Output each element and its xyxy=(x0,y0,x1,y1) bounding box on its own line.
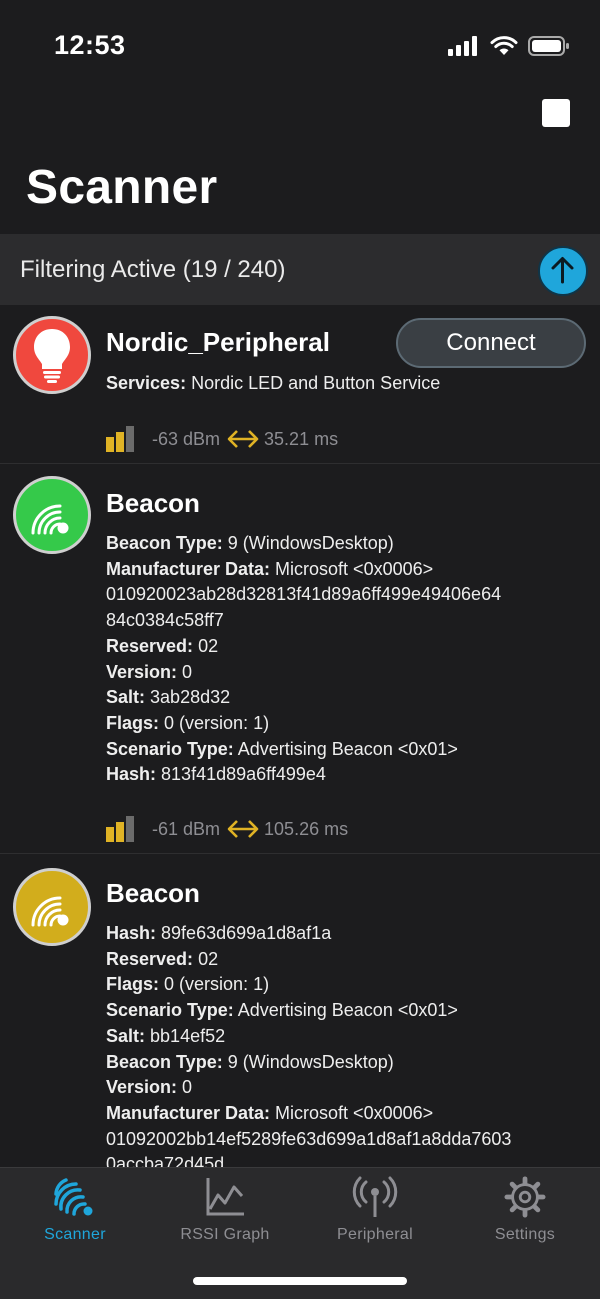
status-bar: 12:53 xyxy=(0,0,600,95)
graph-icon xyxy=(206,1178,244,1216)
arrow-up-icon xyxy=(551,257,574,284)
lightbulb-icon xyxy=(34,329,70,383)
cellular-signal-icon xyxy=(448,36,477,56)
tab-label: RSSI Graph xyxy=(180,1226,270,1243)
scroll-to-top-button[interactable] xyxy=(538,246,588,296)
detail-line: Reserved: 02 xyxy=(106,948,219,969)
detail-line: Hash: 813f41d89a6ff499e4 xyxy=(106,764,326,785)
device-icon xyxy=(13,316,91,394)
filter-bar[interactable]: Filtering Active (19 / 240) xyxy=(0,234,600,305)
detail-line: Beacon Type: 9 (WindowsDesktop) xyxy=(106,1051,394,1072)
tab-scanner[interactable]: Scanner xyxy=(0,1176,150,1244)
beacon-icon xyxy=(31,896,69,927)
stop-scan-button[interactable] xyxy=(542,99,570,127)
device-icon xyxy=(13,868,91,946)
beacon-icon xyxy=(31,504,69,535)
status-time: 12:53 xyxy=(54,30,126,60)
interval-value: 105.26 ms xyxy=(264,818,349,839)
antenna-icon xyxy=(352,1176,398,1217)
detail-line: Manufacturer Data: Microsoft <0x0006> xyxy=(106,1102,434,1123)
tab-rssi-graph[interactable]: RSSI Graph xyxy=(150,1176,300,1244)
home-indicator xyxy=(193,1277,407,1285)
detail-line: Scenario Type: Advertising Beacon <0x01> xyxy=(106,1000,458,1021)
device-details: Beacon Type: 9 (WindowsDesktop) Manufact… xyxy=(106,531,586,788)
device-row[interactable]: Beacon Hash: 89fe63d699a1d8af1a Reserved… xyxy=(0,854,600,1167)
interval-arrows-icon xyxy=(227,430,259,448)
signal-strength-icon xyxy=(106,426,134,452)
battery-icon xyxy=(528,36,569,56)
detail-line: Salt: 3ab28d32 xyxy=(106,687,231,708)
scanner-icon xyxy=(54,1178,93,1216)
detail-line: Flags: 0 (version: 1) xyxy=(106,712,270,733)
device-details: Services: Nordic LED and Button Service xyxy=(106,371,586,397)
tab-label: Scanner xyxy=(44,1226,106,1243)
rssi-value: -63 dBm xyxy=(152,428,221,449)
detail-line: Salt: bb14ef52 xyxy=(106,1025,226,1046)
signal-strength-icon xyxy=(106,816,134,842)
tab-label: Peripheral xyxy=(337,1226,413,1243)
signal-row: -61 dBm 105.26 ms xyxy=(106,816,348,842)
detail-line: Version: 0 xyxy=(106,1077,193,1098)
detail-line: 84c0384c58ff7 xyxy=(106,610,224,631)
status-icons xyxy=(448,36,570,56)
tab-label: Settings xyxy=(494,1226,556,1243)
detail-line: 0accba72d45d xyxy=(106,1154,225,1167)
detail-line: Manufacturer Data: Microsoft <0x0006> xyxy=(106,558,434,579)
detail-line: Services: Nordic LED and Button Service xyxy=(106,373,441,393)
device-row[interactable]: Beacon Beacon Type: 9 (WindowsDesktop) M… xyxy=(0,464,600,854)
detail-line: Scenario Type: Advertising Beacon <0x01> xyxy=(106,738,458,759)
device-name: Beacon xyxy=(106,878,200,908)
interval-arrows-icon xyxy=(227,820,259,838)
device-details: Hash: 89fe63d699a1d8af1a Reserved: 02 Fl… xyxy=(106,921,586,1167)
gear-icon xyxy=(504,1176,546,1218)
detail-line: Reserved: 02 xyxy=(106,635,219,656)
device-row[interactable]: Nordic_Peripheral Connect Services: Nord… xyxy=(0,305,600,464)
signal-row: -63 dBm 35.21 ms xyxy=(106,426,338,452)
detail-line: 010920023ab28d32813f41d89a6ff499e49406e6… xyxy=(106,584,502,605)
interval-value: 35.21 ms xyxy=(264,428,339,449)
rssi-value: -61 dBm xyxy=(152,818,221,839)
filter-status-text: Filtering Active (19 / 240) xyxy=(20,256,286,283)
device-name: Beacon xyxy=(106,488,200,518)
device-name: Nordic_Peripheral xyxy=(106,327,330,357)
detail-line: Version: 0 xyxy=(106,661,193,682)
detail-line: Hash: 89fe63d699a1d8af1a xyxy=(106,923,332,943)
detail-line: 01092002bb14ef5289fe63d699a1d8af1a8dda76… xyxy=(106,1128,512,1149)
wifi-icon xyxy=(490,36,518,55)
detail-line: Flags: 0 (version: 1) xyxy=(106,974,270,995)
page-title: Scanner xyxy=(26,161,218,214)
detail-line: Beacon Type: 9 (WindowsDesktop) xyxy=(106,533,394,553)
device-list[interactable]: Nordic_Peripheral Connect Services: Nord… xyxy=(0,305,600,1167)
device-icon xyxy=(13,476,91,554)
connect-button[interactable]: Connect xyxy=(396,318,586,368)
tab-peripheral[interactable]: Peripheral xyxy=(300,1176,450,1244)
tab-settings[interactable]: Settings xyxy=(450,1176,600,1244)
